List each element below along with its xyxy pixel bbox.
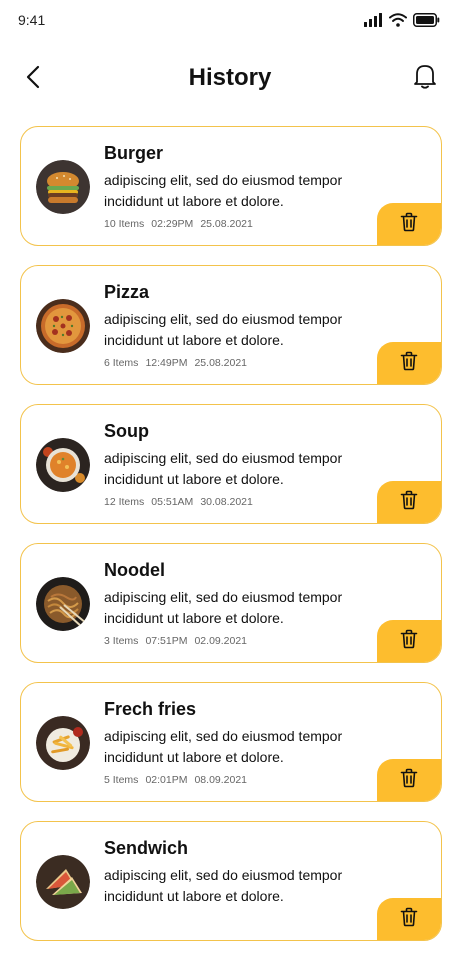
item-name: Noodel xyxy=(104,560,165,580)
item-meta: 6 Items 12:49PM 25.08.2021 xyxy=(104,357,247,369)
sandwich-image xyxy=(36,855,90,909)
item-name: Sendwich xyxy=(104,838,189,858)
item-meta: 3 Items 07:51PM 02.09.2021 xyxy=(104,635,247,647)
item-time: 05:51AM xyxy=(151,496,194,508)
pizza-image xyxy=(36,299,90,353)
item-count: 5 Items xyxy=(104,774,139,786)
item-description: adipiscing elit, sed do eiusmod tempor i… xyxy=(104,450,343,487)
history-card[interactable]: Burger adipiscing elit, sed do eiusmod t… xyxy=(20,126,442,246)
status-icons xyxy=(363,13,440,32)
item-time: 02:29PM xyxy=(151,218,194,230)
noodles-image xyxy=(36,577,90,631)
item-meta: 12 Items 05:51AM 30.08.2021 xyxy=(104,496,253,508)
item-date: 02.09.2021 xyxy=(194,635,248,647)
item-time: 07:51PM xyxy=(145,635,188,647)
fries-image xyxy=(36,716,90,770)
item-name: Soup xyxy=(104,421,149,441)
bell-icon xyxy=(413,62,437,95)
status-bar: 9:41 xyxy=(0,0,460,44)
item-description: adipiscing elit, sed do eiusmod tempor i… xyxy=(104,589,343,626)
delete-button[interactable] xyxy=(377,481,441,523)
battery-icon xyxy=(413,13,440,32)
item-time: 02:01PM xyxy=(145,774,188,786)
soup-image xyxy=(36,438,90,492)
signal-icon xyxy=(363,13,383,32)
delete-button[interactable] xyxy=(377,203,441,245)
item-name: Frech fries xyxy=(104,699,197,719)
status-time: 9:41 xyxy=(18,12,46,28)
item-time: 12:49PM xyxy=(145,357,188,369)
item-count: 10 Items xyxy=(104,218,145,230)
item-date: 08.09.2021 xyxy=(194,774,248,786)
trash-icon xyxy=(400,212,418,237)
history-card[interactable]: Soup adipiscing elit, sed do eiusmod tem… xyxy=(20,404,442,524)
delete-button[interactable] xyxy=(377,620,441,662)
item-count: 6 Items xyxy=(104,357,139,369)
burger-image xyxy=(36,160,90,214)
notification-button[interactable] xyxy=(410,62,440,94)
delete-button[interactable] xyxy=(377,898,441,940)
item-date: 30.08.2021 xyxy=(200,496,253,508)
delete-button[interactable] xyxy=(377,342,441,384)
page-title: History xyxy=(188,64,272,91)
history-card[interactable]: Sendwich adipiscing elit, sed do eiusmod… xyxy=(20,821,442,941)
item-count: 3 Items xyxy=(104,635,139,647)
trash-icon xyxy=(400,629,418,654)
item-description: adipiscing elit, sed do eiusmod tempor i… xyxy=(104,172,343,209)
item-description: adipiscing elit, sed do eiusmod tempor i… xyxy=(104,867,343,904)
item-meta: 10 Items 02:29PM 25.08.2021 xyxy=(104,218,253,230)
history-card[interactable]: Pizza adipiscing elit, sed do eiusmod te… xyxy=(20,265,442,385)
trash-icon xyxy=(400,351,418,376)
header: History xyxy=(0,56,460,102)
item-name: Pizza xyxy=(104,282,150,302)
item-description: adipiscing elit, sed do eiusmod tempor i… xyxy=(104,311,343,348)
history-card[interactable]: Noodel adipiscing elit, sed do eiusmod t… xyxy=(20,543,442,663)
history-list: Burger adipiscing elit, sed do eiusmod t… xyxy=(20,126,442,960)
item-date: 25.08.2021 xyxy=(194,357,248,369)
trash-icon xyxy=(400,768,418,793)
wifi-icon xyxy=(389,13,407,32)
delete-button[interactable] xyxy=(377,759,441,801)
trash-icon xyxy=(400,490,418,515)
history-card[interactable]: Frech fries adipiscing elit, sed do eius… xyxy=(20,682,442,802)
item-count: 12 Items xyxy=(104,496,145,508)
trash-icon xyxy=(400,907,418,932)
item-name: Burger xyxy=(104,143,164,163)
item-meta: 5 Items 02:01PM 08.09.2021 xyxy=(104,774,247,786)
item-date: 25.08.2021 xyxy=(200,218,253,230)
item-description: adipiscing elit, sed do eiusmod tempor i… xyxy=(104,728,343,765)
